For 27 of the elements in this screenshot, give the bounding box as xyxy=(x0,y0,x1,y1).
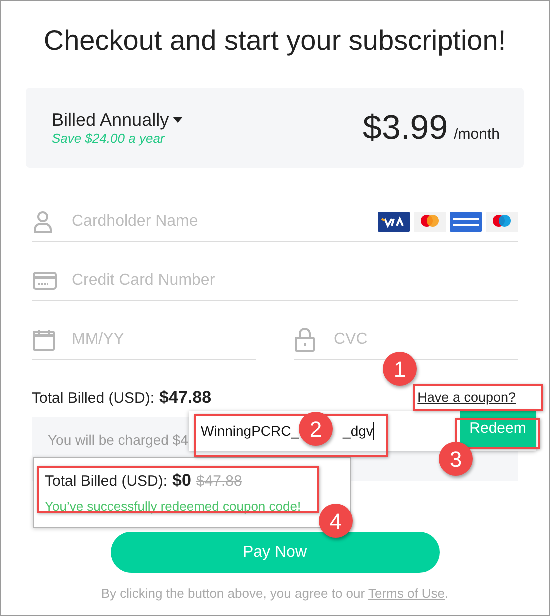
input-field[interactable]: Cardholder Name xyxy=(72,210,378,234)
success-message: You’ve successfully redeemed coupon code! xyxy=(45,498,302,516)
caret-icon xyxy=(173,117,184,123)
page-title: Checkout and start your subscription! xyxy=(44,24,506,58)
result-total-label: Total Billed (USD): xyxy=(45,472,168,492)
total-label: Total Billed (USD): xyxy=(32,389,155,410)
billing-dropdown[interactable]: Billed Annually xyxy=(52,109,184,131)
result-total-amount: $0 xyxy=(172,470,192,492)
total-amount: $47.88 xyxy=(160,387,212,410)
maestro-card-icon xyxy=(486,212,518,232)
charge-note: You will be charged $4 xyxy=(48,432,188,448)
input-field[interactable]: MM/YY xyxy=(72,328,256,352)
lock-icon xyxy=(295,328,315,352)
price-period: /month xyxy=(454,125,500,145)
input-field[interactable]: Credit Card Number xyxy=(72,268,518,292)
input-field[interactable]: CVC xyxy=(334,328,518,352)
savings-text: Save $24.00 a year xyxy=(52,131,166,147)
step-number-badge: 1 xyxy=(383,352,417,386)
person-icon xyxy=(33,210,53,232)
visa-card-icon xyxy=(378,212,410,232)
mastercard-icon xyxy=(414,212,446,232)
price: $3.99 xyxy=(363,108,448,148)
terms-text: By clicking the button above, you agree to our Terms of Use. xyxy=(101,585,449,603)
credit-card-icon xyxy=(33,272,57,290)
calendar-icon xyxy=(33,328,55,350)
coupon-link[interactable]: Have a coupon? xyxy=(418,388,516,408)
old-amount: $47.88 xyxy=(196,472,242,492)
